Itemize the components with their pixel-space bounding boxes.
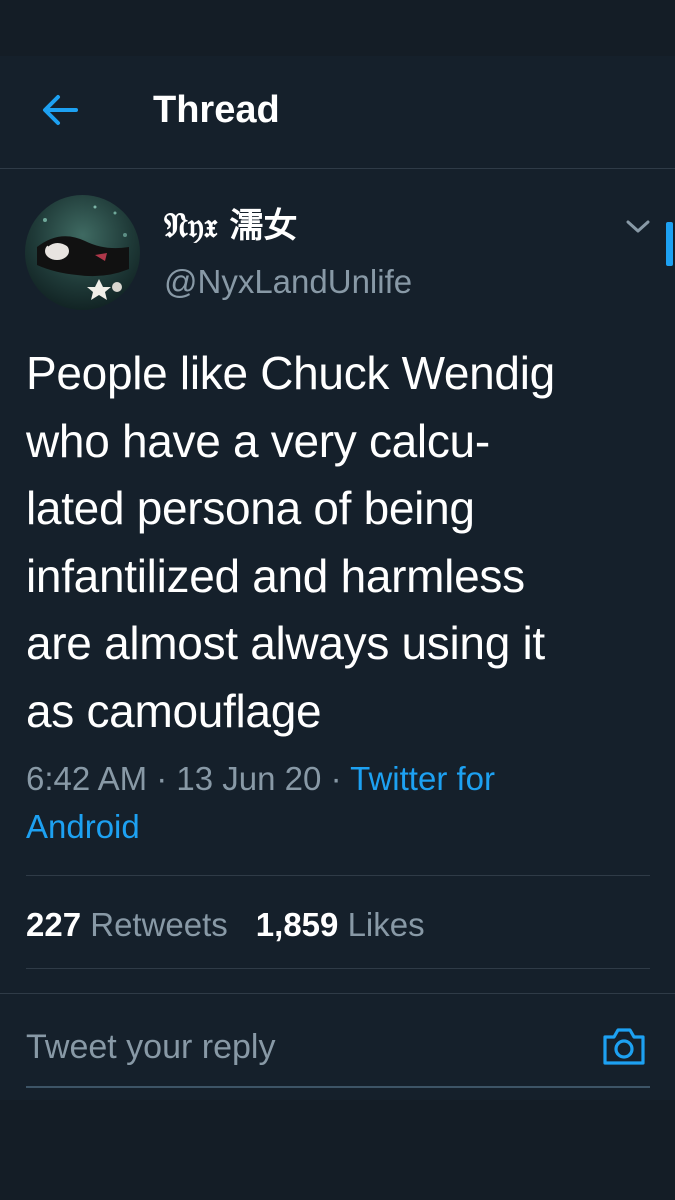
tweet-stats: 227 Retweets 1,859 Likes <box>26 902 425 948</box>
arrow-left-icon[interactable] <box>40 90 80 130</box>
divider <box>26 968 650 969</box>
likes-label: Likes <box>347 906 425 943</box>
tweet-text-line: infantilized and harmless <box>26 549 525 602</box>
camera-icon[interactable] <box>601 1025 647 1067</box>
bottom-area <box>0 1100 675 1200</box>
tweet-text: People like Chuck Wendig who have a very… <box>26 340 656 745</box>
reply-underline <box>26 1086 650 1088</box>
tweet-time: 6:42 AM <box>26 760 148 797</box>
meta-separator: · <box>156 760 168 797</box>
chevron-down-icon[interactable] <box>624 216 652 236</box>
display-name[interactable]: 𝔑𝔶𝔵 濡女 <box>164 205 298 247</box>
tweet-text-line: as camouflage <box>26 684 322 737</box>
retweets-count: 227 <box>26 906 82 943</box>
meta-separator: · <box>330 760 342 797</box>
divider <box>0 993 675 994</box>
tweet-text-line: are almost always using it <box>26 617 545 669</box>
status-bar-area <box>0 0 675 56</box>
tweet-text-line: lated persona of being <box>26 482 475 534</box>
thread-header: Thread <box>0 56 675 168</box>
retweets-label: Retweets <box>90 906 228 943</box>
likes-stat[interactable]: 1,859 Likes <box>256 906 425 943</box>
tweet-date: 13 Jun 20 <box>176 760 322 797</box>
header-divider <box>0 168 675 169</box>
avatar[interactable] <box>25 195 140 310</box>
tweet-text-line: who have a very calcu- <box>26 414 490 467</box>
divider <box>26 875 650 876</box>
user-handle[interactable]: @NyxLandUnlife <box>164 262 412 302</box>
page-title: Thread <box>153 89 280 131</box>
retweets-stat[interactable]: 227 Retweets <box>26 906 228 943</box>
tweet-text-line: People like Chuck Wendig <box>26 347 555 399</box>
scrollbar-thumb[interactable] <box>666 222 673 266</box>
avatar-image <box>25 195 140 310</box>
likes-count: 1,859 <box>255 906 339 943</box>
reply-input[interactable]: Tweet your reply <box>26 1024 275 1070</box>
tweet-meta: 6:42 AM · 13 Jun 20 · Twitter for Androi… <box>26 755 526 851</box>
